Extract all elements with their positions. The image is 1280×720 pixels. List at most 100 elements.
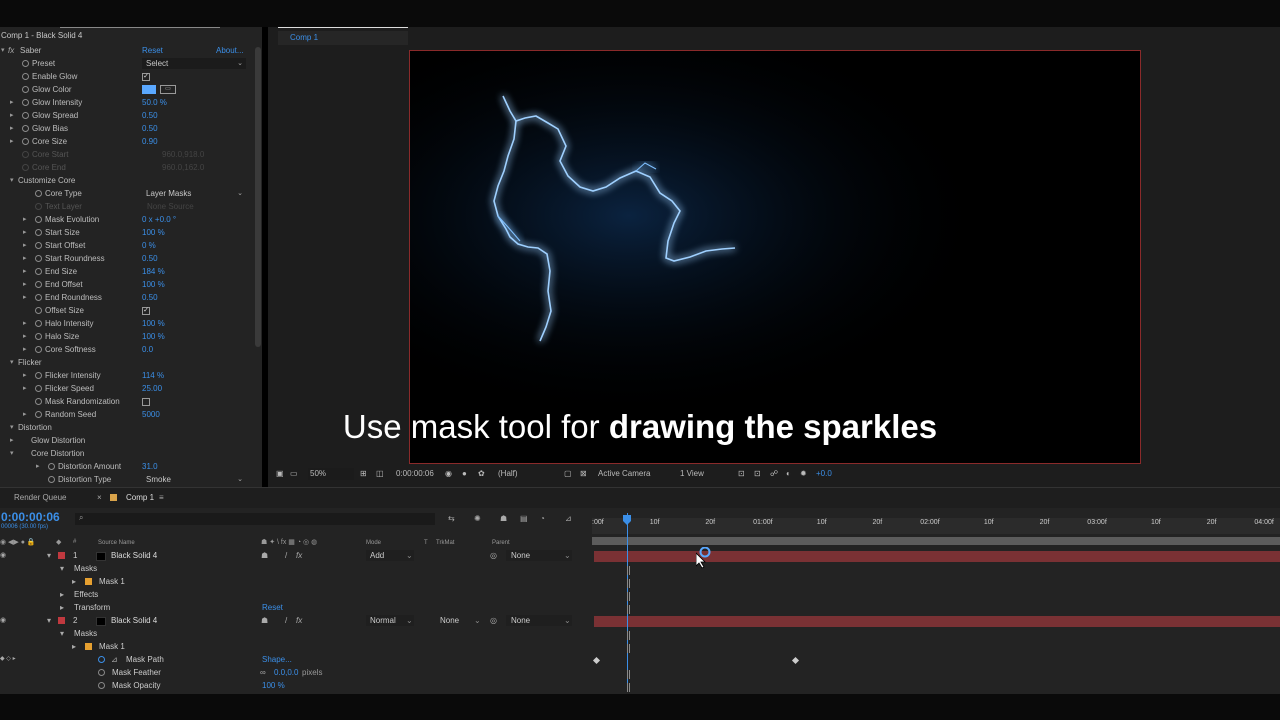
stopwatch-icon[interactable] xyxy=(98,669,105,676)
effect-value-flicker-speed[interactable]: 25.00 xyxy=(142,382,162,395)
effect-row-enable-glow[interactable]: Enable Glow ✓ xyxy=(0,70,250,83)
expand-icon[interactable]: ▸ xyxy=(23,343,27,356)
expand-icon[interactable]: ▸ xyxy=(10,96,14,109)
about-link[interactable]: About... xyxy=(216,44,244,57)
composition-frame[interactable] xyxy=(409,50,1141,464)
checkbox-offset-size[interactable]: ✓ xyxy=(142,307,150,315)
expand-icon[interactable]: ▸ xyxy=(10,122,14,135)
shy-switch-icon[interactable]: ☗ xyxy=(261,614,268,627)
stopwatch-icon[interactable] xyxy=(22,86,29,93)
link-icon[interactable]: ∞ xyxy=(260,666,266,679)
expand-icon[interactable]: ▸ xyxy=(23,226,27,239)
effect-row-mask-evolution[interactable]: ▸ Mask Evolution 0 x +0.0 ° xyxy=(0,213,250,226)
expand-icon[interactable]: ▾ xyxy=(60,627,64,640)
comp-mini-flowchart-icon[interactable]: ⇆ xyxy=(448,514,455,523)
checkbox-enable-glow[interactable]: ✓ xyxy=(142,73,150,81)
collapse-icon[interactable]: ▾ xyxy=(10,356,14,369)
collapse-icon[interactable]: ▾ xyxy=(47,549,51,562)
expand-icon[interactable]: ▸ xyxy=(23,213,27,226)
stopwatch-icon[interactable] xyxy=(35,307,42,314)
effect-row-flicker-intensity[interactable]: ▸ Flicker Intensity 114 % xyxy=(0,369,250,382)
effect-value-end-size[interactable]: 184 % xyxy=(142,265,165,278)
draft-3d-icon[interactable]: ✺ xyxy=(474,514,481,523)
effect-row-preset[interactable]: Preset Select ⌄ xyxy=(0,57,250,70)
stopwatch-icon[interactable] xyxy=(35,346,42,353)
pick-whip-icon[interactable]: ◎ xyxy=(490,549,497,562)
stopwatch-icon[interactable] xyxy=(35,333,42,340)
stopwatch-icon[interactable] xyxy=(35,294,42,301)
color-channel-icon[interactable]: ✿ xyxy=(478,465,485,483)
mask-property-value[interactable]: Shape... xyxy=(262,653,292,666)
expand-icon[interactable]: ▸ xyxy=(23,239,27,252)
effect-header-row[interactable]: ▾ fx Saber Reset About... xyxy=(0,44,250,57)
property-row[interactable]: ▸ Effects xyxy=(0,588,590,601)
expand-icon[interactable]: ▸ xyxy=(23,252,27,265)
mask-color[interactable] xyxy=(85,643,92,650)
graph-icon[interactable]: ⊿ xyxy=(111,653,118,666)
mode-dropdown[interactable]: Normal xyxy=(370,614,396,627)
viewer-timecode[interactable]: 0:00:00:06 xyxy=(396,465,434,483)
effect-value-flicker-intensity[interactable]: 114 % xyxy=(142,369,164,382)
stopwatch-icon[interactable] xyxy=(22,125,29,132)
collapse-icon[interactable]: ▾ xyxy=(47,614,51,627)
tab-comp-1[interactable]: Comp 1 xyxy=(278,31,408,45)
exposure-icon[interactable]: ✹ xyxy=(800,465,807,483)
stopwatch-icon[interactable] xyxy=(22,112,29,119)
timeline-graph-area[interactable]: :00f 10f 20f 01:00f 10f 20f 02:00f 10f 20f 03:00f… xyxy=(592,509,1280,694)
stopwatch-icon[interactable] xyxy=(35,203,42,210)
stopwatch-icon[interactable] xyxy=(35,242,42,249)
expand-icon[interactable]: ▸ xyxy=(23,265,27,278)
work-area-bar[interactable] xyxy=(592,537,1280,545)
panel-scrollbar[interactable] xyxy=(255,47,261,347)
stopwatch-icon[interactable] xyxy=(35,255,42,262)
color-swatch[interactable] xyxy=(142,85,156,94)
effect-row-core-end[interactable]: Core End 960.0,162.0 xyxy=(0,161,250,174)
effect-row-start-roundness[interactable]: ▸ Start Roundness 0.50 xyxy=(0,252,250,265)
menu-icon[interactable]: ≡ xyxy=(159,493,164,502)
effect-row-halo-size[interactable]: ▸ Halo Size 100 % xyxy=(0,330,250,343)
property-row[interactable]: ▸ Transform Reset xyxy=(0,601,590,614)
stopwatch-icon[interactable] xyxy=(35,268,42,275)
eye-icon[interactable]: ◉ xyxy=(0,549,6,562)
effect-row-core-type[interactable]: Core Type Layer Masks ⌄ xyxy=(0,187,250,200)
layer-2-bar[interactable] xyxy=(594,616,1280,627)
keyframe[interactable] xyxy=(791,656,800,665)
stopwatch-icon[interactable] xyxy=(22,138,29,145)
stopwatch-icon[interactable] xyxy=(35,216,42,223)
expand-icon[interactable]: ▸ xyxy=(10,135,14,148)
stopwatch-icon[interactable] xyxy=(35,385,42,392)
effect-value-halo-intensity[interactable]: 100 % xyxy=(142,317,165,330)
stopwatch-icon[interactable] xyxy=(35,372,42,379)
shy-switch-icon[interactable]: ☗ xyxy=(261,549,268,562)
expand-icon[interactable]: ▸ xyxy=(23,278,27,291)
effect-row-glow-intensity[interactable]: ▸ Glow Intensity 50.0 % xyxy=(0,96,250,109)
effect-row-end-roundness[interactable]: ▸ End Roundness 0.50 xyxy=(0,291,250,304)
show-channel-icon[interactable]: ● xyxy=(462,465,467,483)
dropdown-preset[interactable]: Select ⌄ xyxy=(142,58,246,69)
chevron-down-icon[interactable]: ⌄ xyxy=(406,614,413,627)
layer-row[interactable]: ◉ ▾ 1 Black Solid 4 ☗ / fx Add ⌄ ◎ None ⌄ xyxy=(0,549,590,562)
keyframe[interactable] xyxy=(592,656,601,665)
expand-icon[interactable]: ▸ xyxy=(60,588,64,601)
effect-row-halo-intensity[interactable]: ▸ Halo Intensity 100 % xyxy=(0,317,250,330)
mask-name[interactable]: Mask 1 xyxy=(99,575,125,588)
effect-row-glow-spread[interactable]: ▸ Glow Spread 0.50 xyxy=(0,109,250,122)
effect-switch-icon[interactable]: fx xyxy=(296,614,302,627)
effect-row-core-softness[interactable]: ▸ Core Softness 0.0 xyxy=(0,343,250,356)
reset-link[interactable]: Reset xyxy=(262,601,283,614)
stopwatch-icon[interactable] xyxy=(48,476,55,483)
checkbox-mask-randomization[interactable] xyxy=(142,398,150,406)
safe-zones-icon[interactable]: ⊞ xyxy=(360,465,367,483)
stopwatch-icon[interactable] xyxy=(22,73,29,80)
effect-row-text-layer[interactable]: Text Layer None Source xyxy=(0,200,250,213)
collapse-icon[interactable]: ▾ xyxy=(10,447,14,460)
dropdown-distortion-type[interactable]: Smoke ⌄ xyxy=(142,474,246,485)
keyframe-navigator-icon[interactable]: ◆ ◇ ▸ xyxy=(0,653,16,666)
trkmat-dropdown[interactable]: None xyxy=(440,614,459,627)
transparency-grid-icon[interactable]: ⊠ xyxy=(580,465,587,483)
effect-value-distortion-amount[interactable]: 31.0 xyxy=(142,460,158,473)
layer-name[interactable]: Black Solid 4 xyxy=(111,549,157,562)
mode-dropdown[interactable]: Add xyxy=(370,549,384,562)
fast-preview-icon[interactable]: ⊡ xyxy=(738,465,745,483)
expand-icon[interactable]: ▸ xyxy=(23,369,27,382)
